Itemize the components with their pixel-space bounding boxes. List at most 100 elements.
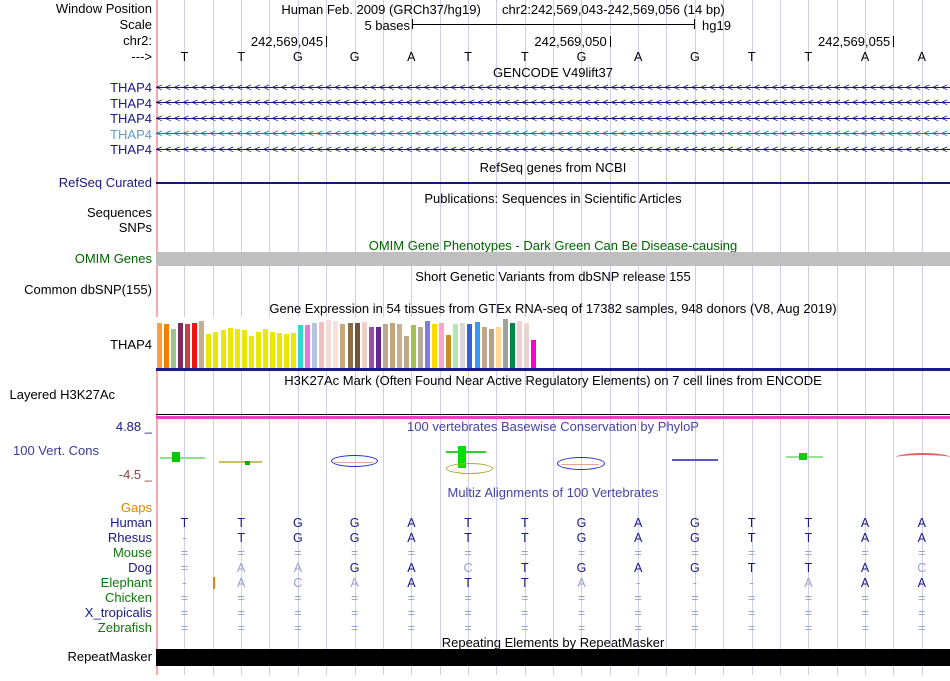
gtex-tissue-bar[interactable]: [474, 322, 480, 368]
alignment-base[interactable]: =: [156, 621, 213, 635]
alignment-base[interactable]: A: [837, 531, 894, 545]
gtex-tissue-bar[interactable]: [185, 324, 191, 368]
alignment-base[interactable]: A: [610, 516, 667, 530]
alignment-base[interactable]: =: [440, 606, 497, 620]
gtex-tissue-bar[interactable]: [403, 336, 409, 368]
gtex-tissue-bar[interactable]: [171, 329, 177, 368]
alignment-base[interactable]: A: [837, 576, 894, 590]
gtex-tissue-bar[interactable]: [234, 329, 240, 368]
alignment-base[interactable]: T: [440, 531, 497, 545]
alignment-row-elephant[interactable]: -ACAATTA---AAA: [156, 576, 950, 590]
gtex-tissue-bar[interactable]: [255, 332, 261, 368]
alignment-base[interactable]: -: [610, 576, 667, 590]
alignment-base[interactable]: =: [156, 606, 213, 620]
refseq-gene-line[interactable]: [156, 182, 950, 184]
alignment-base[interactable]: =: [780, 621, 837, 635]
species-label-x_tropicalis[interactable]: X_tropicalis: [85, 606, 152, 620]
alignment-base[interactable]: =: [383, 591, 440, 605]
alignment-base[interactable]: A: [213, 561, 270, 575]
gtex-tissue-bar[interactable]: [220, 330, 226, 368]
alignment-base[interactable]: =: [156, 546, 213, 560]
alignment-base[interactable]: =: [496, 621, 553, 635]
alignment-base[interactable]: =: [156, 561, 213, 575]
alignment-base[interactable]: T: [440, 576, 497, 590]
alignment-base[interactable]: =: [213, 606, 270, 620]
gene-intron-arrow-line[interactable]: <<<<<<<<<<<<<<<<<<<<<<<<<<<<<<<<<<<<<<<<…: [156, 82, 950, 95]
gtex-tissue-bar[interactable]: [439, 323, 445, 368]
alignment-row-x_tropicalis[interactable]: = = = = = = = = = = = = = =: [156, 606, 950, 620]
gtex-tissue-bar[interactable]: [326, 320, 332, 368]
alignment-base[interactable]: =: [383, 546, 440, 560]
gtex-tissue-bar[interactable]: [312, 323, 318, 368]
alignment-base[interactable]: -: [723, 576, 780, 590]
alignment-base[interactable]: T: [496, 516, 553, 530]
alignment-base[interactable]: =: [326, 606, 383, 620]
alignment-base[interactable]: G: [553, 516, 610, 530]
alignment-base[interactable]: T: [213, 516, 270, 530]
gtex-tissue-bar[interactable]: [382, 324, 388, 368]
alignment-base[interactable]: =: [837, 546, 894, 560]
alignment-base[interactable]: =: [837, 606, 894, 620]
alignment-base[interactable]: T: [780, 561, 837, 575]
gtex-tissue-bar[interactable]: [284, 334, 289, 368]
alignment-base[interactable]: =: [213, 621, 270, 635]
conservation-track-title[interactable]: 100 vertebrates Basewise Conservation by…: [156, 420, 950, 434]
gencode-gene-label[interactable]: THAP4: [110, 143, 152, 157]
alignment-base[interactable]: G: [666, 516, 723, 530]
alignment-row-zebrafish[interactable]: = = = = = = = = = = = = = =: [156, 621, 950, 635]
publications-sequences-label[interactable]: Sequences: [87, 206, 152, 220]
common-dbsnp-label[interactable]: Common dbSNP(155): [24, 283, 152, 297]
dbsnp-track-title[interactable]: Short Genetic Variants from dbSNP releas…: [156, 270, 950, 284]
gtex-tissue-bar[interactable]: [425, 321, 431, 368]
phylop-mark-hline[interactable]: [160, 457, 205, 459]
insertion-tick[interactable]: [212, 577, 215, 589]
alignment-base[interactable]: A: [383, 516, 440, 530]
gtex-tissue-bar[interactable]: [502, 319, 508, 368]
gtex-tissue-bar[interactable]: [488, 329, 494, 368]
gtex-tissue-bar[interactable]: [298, 325, 304, 368]
gencode-gene-label[interactable]: THAP4: [110, 112, 152, 126]
gtex-tissue-bar[interactable]: [375, 327, 381, 368]
phylop-mark-hline[interactable]: [672, 459, 718, 461]
species-label-mouse[interactable]: Mouse: [113, 546, 152, 560]
gtex-tissue-bar[interactable]: [241, 330, 247, 368]
alignment-base[interactable]: T: [723, 516, 780, 530]
publications-snps-label[interactable]: SNPs: [119, 221, 152, 235]
alignment-base[interactable]: =: [269, 546, 326, 560]
gtex-tissue-bar[interactable]: [269, 332, 275, 368]
alignment-base[interactable]: =: [610, 546, 667, 560]
gene-intron-arrow-line[interactable]: <<<<<<<<<<<<<<<<<<<<<<<<<<<<<<<<<<<<<<<<…: [156, 144, 950, 157]
alignment-base[interactable]: A: [553, 576, 610, 590]
alignment-base[interactable]: A: [610, 531, 667, 545]
species-label-chicken[interactable]: Chicken: [105, 591, 152, 605]
gtex-gene-label[interactable]: THAP4: [110, 338, 152, 352]
gtex-tissue-bar[interactable]: [495, 327, 501, 368]
multiz-track-title[interactable]: Multiz Alignments of 100 Vertebrates: [156, 486, 950, 500]
alignment-base[interactable]: -: [666, 576, 723, 590]
phylop-mark-ellipse[interactable]: [446, 463, 493, 474]
alignment-base[interactable]: =: [610, 591, 667, 605]
alignment-base[interactable]: A: [610, 561, 667, 575]
alignment-base[interactable]: A: [893, 531, 950, 545]
gtex-tissue-bar[interactable]: [361, 322, 367, 368]
alignment-base[interactable]: T: [723, 561, 780, 575]
alignment-base[interactable]: G: [326, 561, 383, 575]
phylop-mark-arc[interactable]: [896, 453, 950, 462]
gtex-tissue-bar[interactable]: [368, 327, 374, 368]
omim-genes-label[interactable]: OMIM Genes: [75, 252, 152, 266]
alignment-base[interactable]: =: [780, 591, 837, 605]
alignment-base[interactable]: =: [666, 546, 723, 560]
alignment-base[interactable]: =: [440, 621, 497, 635]
species-label-elephant[interactable]: Elephant: [101, 576, 152, 590]
alignment-base[interactable]: A: [780, 576, 837, 590]
gtex-tissue-bar[interactable]: [199, 321, 205, 368]
alignment-base[interactable]: =: [723, 621, 780, 635]
alignment-base[interactable]: G: [269, 531, 326, 545]
alignment-base[interactable]: A: [837, 561, 894, 575]
alignment-base[interactable]: =: [553, 546, 610, 560]
phylop-mark-hline[interactable]: [219, 461, 262, 463]
gtex-tissue-bar[interactable]: [248, 336, 254, 368]
phylop-mark-rect[interactable]: [172, 452, 180, 462]
alignment-base[interactable]: G: [326, 516, 383, 530]
alignment-base[interactable]: A: [383, 561, 440, 575]
